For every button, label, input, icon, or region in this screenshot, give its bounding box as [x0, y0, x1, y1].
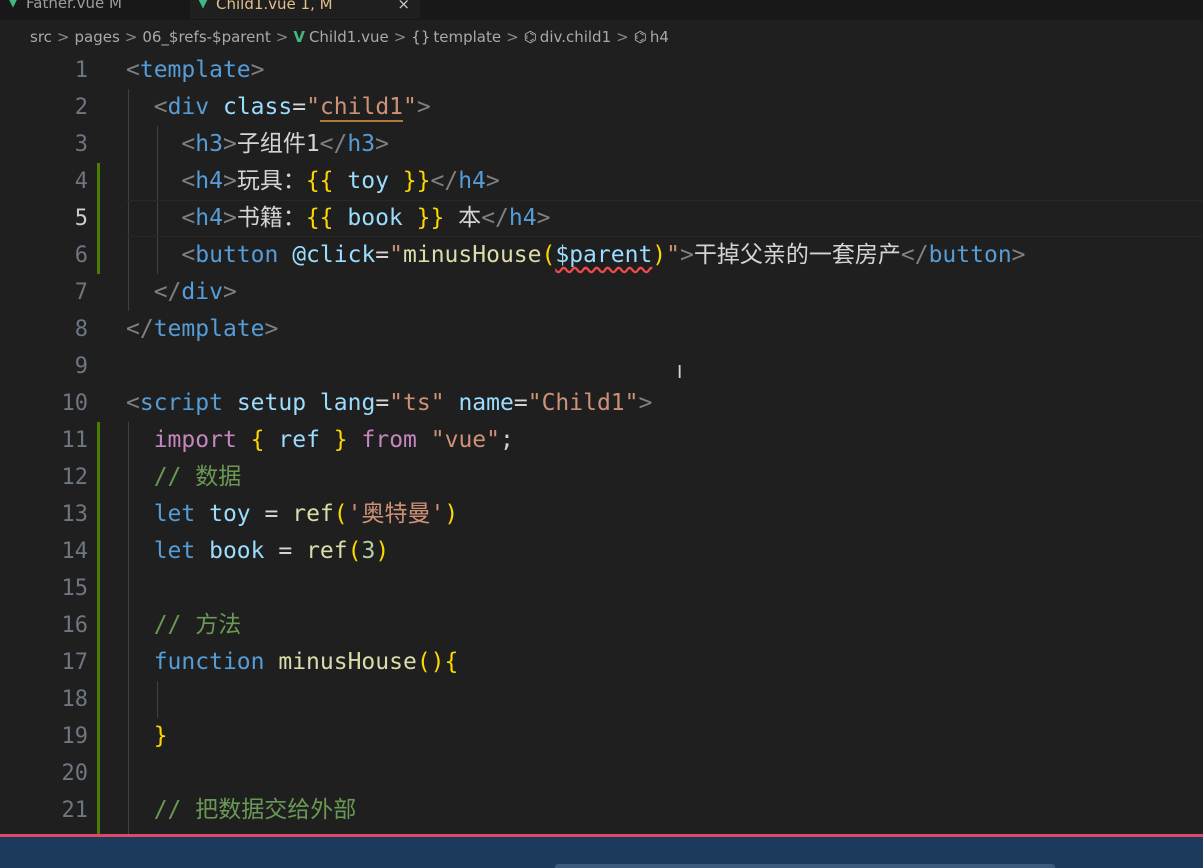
code-line: 6 <button @click="minusHouse($parent)">干… — [0, 237, 1203, 274]
code-line-active: 5 <h4>书籍：{{ book }} 本</h4> — [0, 200, 1203, 237]
cube-icon: ⌬ — [523, 28, 537, 46]
line-number: 7 — [74, 280, 88, 305]
line-number: 19 — [61, 724, 89, 749]
breadcrumb-item-folder[interactable]: 06_$refs-$parent — [142, 28, 270, 46]
code-line: 17 function minusHouse(){ — [0, 644, 1203, 681]
error-squiggle: $parent — [555, 242, 653, 268]
chevron-right-icon: > — [275, 28, 289, 46]
git-modified-indicator — [97, 681, 100, 718]
line-number: 4 — [74, 169, 88, 194]
code-line: 8 </template> — [0, 311, 1203, 348]
breadcrumb-item-template[interactable]: template — [433, 28, 501, 46]
code-line: 18 — [0, 681, 1203, 718]
tab-father-vue[interactable]: ▼ Father.vue M — [0, 0, 190, 18]
code-editor[interactable]: 1 <template> 2 <div class="child1"> 3 <h… — [0, 52, 1203, 834]
line-number: 18 — [61, 687, 89, 712]
git-modified-indicator — [97, 459, 100, 496]
git-modified-indicator — [97, 718, 100, 755]
vue-file-icon: ▼ — [8, 0, 18, 10]
code-line: 15 — [0, 570, 1203, 607]
line-number: 14 — [61, 539, 89, 564]
line-number: 17 — [61, 650, 89, 675]
git-modified-indicator — [97, 422, 100, 459]
breadcrumb: src > pages >06_$refs-$parent > V Child1.vue >{… — [0, 24, 1203, 50]
git-modified-indicator — [97, 755, 100, 792]
code-line: 13 let toy = ref('奥特曼') — [0, 496, 1203, 533]
git-modified-indicator — [97, 533, 100, 570]
line-number: 21 — [61, 798, 89, 823]
code-line: 3 <h3>子组件1</h3> — [0, 126, 1203, 163]
breadcrumb-item-div[interactable]: div.child1 — [540, 28, 611, 46]
breadcrumb-item-src[interactable]: src — [30, 28, 52, 46]
status-bar — [0, 837, 1203, 868]
braces-icon: {} — [411, 28, 431, 46]
tab-label: Father.vue M — [26, 0, 122, 12]
git-modified-indicator — [97, 607, 100, 644]
line-number: 9 — [74, 354, 88, 379]
chevron-right-icon: > — [124, 28, 138, 46]
line-number: 2 — [74, 95, 88, 120]
code-line: 21 // 把数据交给外部 — [0, 792, 1203, 829]
line-number: 16 — [61, 613, 89, 638]
code-line: 1 <template> — [0, 52, 1203, 89]
text-cursor-icon: I — [677, 362, 683, 383]
code-line: 14 let book = ref(3) — [0, 533, 1203, 570]
git-modified-indicator — [97, 496, 100, 533]
code-line: 7 </div> — [0, 274, 1203, 311]
vue-file-icon: ▼ — [198, 0, 208, 11]
vue-logo-icon: V — [293, 28, 305, 46]
chevron-right-icon: > — [393, 28, 407, 46]
line-number: 3 — [74, 132, 88, 157]
breadcrumb-item-h4[interactable]: h4 — [650, 28, 669, 46]
code-line: 4 <h4>玩具：{{ toy }}</h4> — [0, 163, 1203, 200]
line-number: 13 — [61, 502, 89, 527]
chevron-right-icon: > — [616, 28, 629, 46]
breadcrumb-item-pages[interactable]: pages — [74, 28, 119, 46]
close-tab-icon[interactable]: × — [397, 0, 410, 19]
chevron-right-icon: > — [506, 28, 519, 46]
breadcrumb-item-file[interactable]: Child1.vue — [309, 28, 389, 46]
line-number: 8 — [74, 317, 88, 342]
taskbar-search-box[interactable] — [555, 864, 1055, 868]
line-number: 11 — [61, 428, 89, 453]
code-line: 9 — [0, 348, 1203, 385]
code-line: 16 // 方法 — [0, 607, 1203, 644]
line-number: 10 — [61, 391, 89, 416]
line-number: 12 — [61, 465, 89, 490]
chevron-right-icon: > — [56, 28, 70, 46]
line-number: 6 — [74, 243, 88, 268]
code-line: 11 import { ref } from "vue"; — [0, 422, 1203, 459]
line-number: 5 — [74, 206, 88, 231]
code-line: 10 <script setup lang="ts" name="Child1"… — [0, 385, 1203, 422]
code-line: 12 // 数据 — [0, 459, 1203, 496]
git-modified-indicator — [97, 200, 100, 237]
tab-child1-vue[interactable]: ▼ Child1.vue 1, M × — [190, 0, 420, 19]
git-modified-indicator — [97, 570, 100, 607]
line-number: 1 — [74, 58, 88, 83]
code-line: 19 } — [0, 718, 1203, 755]
line-number: 15 — [61, 576, 89, 601]
line-number: 20 — [61, 761, 89, 786]
code-line: 2 <div class="child1"> — [0, 89, 1203, 126]
editor-tab-bar: ▼ Father.vue M ▼ Child1.vue 1, M × — [0, 0, 1203, 20]
git-modified-indicator — [97, 237, 100, 274]
tab-label: Child1.vue 1, M — [216, 0, 333, 13]
cube-icon: ⌬ — [633, 28, 647, 46]
git-modified-indicator — [97, 644, 100, 681]
git-modified-indicator — [97, 163, 100, 200]
code-line: 20 — [0, 755, 1203, 792]
git-modified-indicator — [97, 792, 100, 829]
